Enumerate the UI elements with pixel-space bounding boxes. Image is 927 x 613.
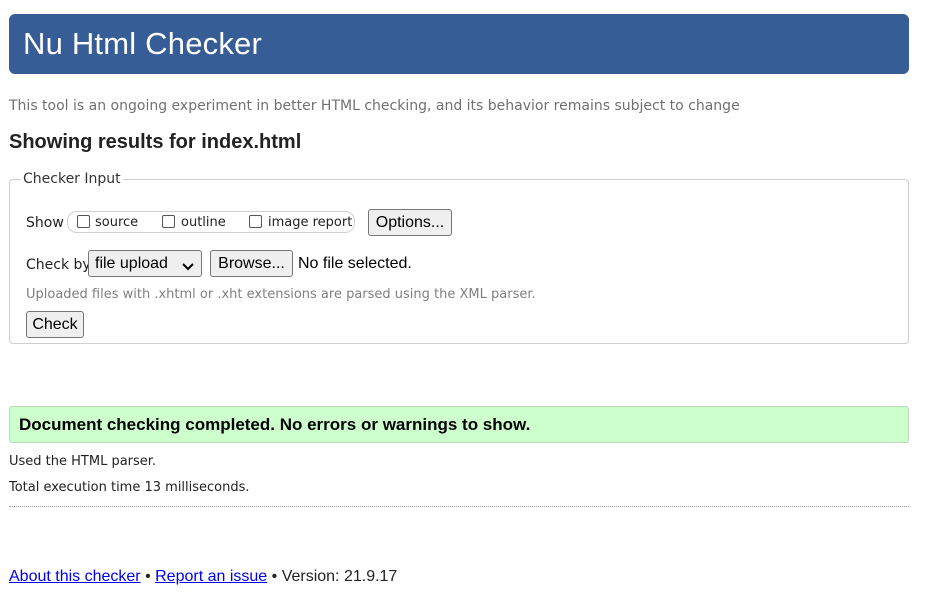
check-by-select[interactable]: file upload xyxy=(88,250,202,277)
check-by-label: Check by xyxy=(26,257,91,273)
upload-note: Uploaded files with .xhtml or .xht exten… xyxy=(26,287,536,302)
result-success-message: Document checking completed. No errors o… xyxy=(9,406,909,443)
footer-separator: • xyxy=(267,568,282,585)
check-button[interactable]: Check xyxy=(26,311,84,338)
image-report-checkbox[interactable] xyxy=(249,215,262,228)
checker-input-fieldset: Checker Input Show source outline image … xyxy=(9,171,909,344)
execution-time-info: Total execution time 13 milliseconds. xyxy=(9,480,250,495)
footer-separator: • xyxy=(140,568,156,585)
about-checker-link[interactable]: About this checker xyxy=(9,568,141,585)
results-heading: Showing results for index.html xyxy=(9,131,302,153)
result-message-text: Document checking completed. No errors o… xyxy=(19,415,531,434)
report-issue-link[interactable]: Report an issue xyxy=(155,568,267,585)
version-text: Version: 21.9.17 xyxy=(281,568,398,585)
source-checkbox[interactable] xyxy=(77,215,90,228)
outline-checkbox-label[interactable]: outline xyxy=(181,215,226,230)
checker-input-legend: Checker Input xyxy=(23,171,121,187)
app-title: Nu Html Checker xyxy=(23,26,262,61)
check-by-selected-value: file upload xyxy=(95,254,168,272)
divider xyxy=(9,506,909,507)
header-banner: Nu Html Checker xyxy=(9,14,909,74)
parser-info: Used the HTML parser. xyxy=(9,454,157,469)
tagline: This tool is an ongoing experiment in be… xyxy=(9,98,740,114)
image-report-checkbox-label[interactable]: image report xyxy=(268,215,352,230)
chevron-down-icon xyxy=(182,258,194,276)
show-options-group: source outline image report xyxy=(67,211,355,233)
outline-checkbox[interactable] xyxy=(162,215,175,228)
options-button[interactable]: Options... xyxy=(368,209,452,236)
file-status: No file selected. xyxy=(298,255,412,272)
show-label: Show xyxy=(26,215,64,231)
browse-button[interactable]: Browse... xyxy=(210,250,293,277)
footer: About this checker • Report an issue • V… xyxy=(9,568,397,586)
source-checkbox-label[interactable]: source xyxy=(95,215,138,230)
